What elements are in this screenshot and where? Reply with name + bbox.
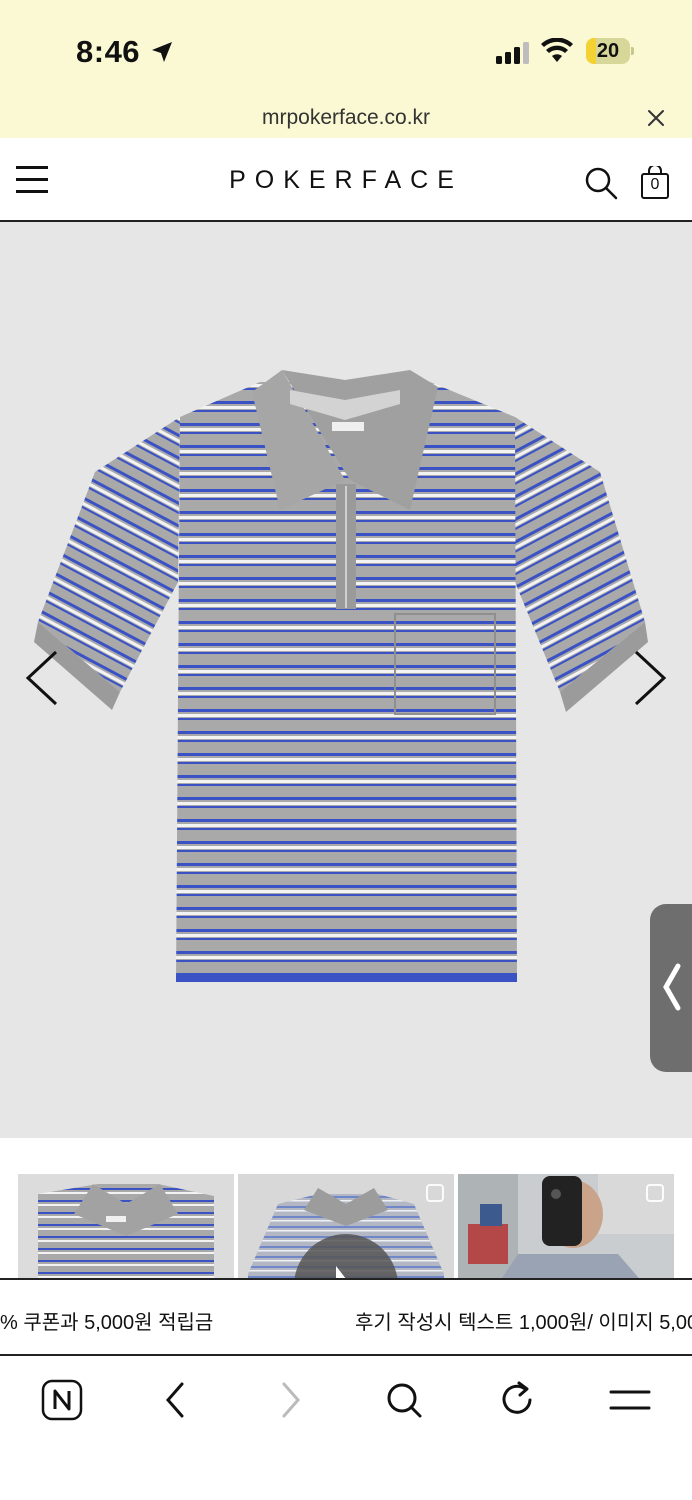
url-display[interactable]: mrpokerface.co.kr	[0, 106, 692, 130]
search-icon[interactable]	[584, 166, 618, 200]
packaged-shirt-thumb[interactable]	[18, 1174, 234, 1278]
chevron-left-icon	[663, 963, 681, 1011]
status-time: 8:46	[76, 34, 141, 69]
mirror-selfie-thumb[interactable]	[458, 1174, 674, 1278]
forward-icon[interactable]	[268, 1378, 312, 1422]
menu-icon[interactable]	[608, 1378, 652, 1422]
shopping-bag-icon[interactable]: 0	[640, 164, 670, 200]
video-thumb[interactable]	[238, 1174, 454, 1278]
promo-text-coupon: % 쿠폰과 5,000원 적립금	[0, 1312, 214, 1334]
search-icon[interactable]	[382, 1378, 426, 1422]
gallery-icon	[426, 1184, 444, 1202]
chevron-right-icon[interactable]	[632, 650, 668, 706]
thumbnail-strip	[0, 1138, 692, 1278]
battery-icon: 20	[586, 38, 634, 64]
product-gallery[interactable]	[0, 222, 692, 1138]
location-arrow-icon	[152, 42, 172, 62]
side-drawer-tab[interactable]	[650, 904, 692, 1072]
back-icon[interactable]	[154, 1378, 198, 1422]
gallery-icon	[646, 1184, 664, 1202]
promo-text-review: 후기 작성시 텍스트 1,000원/ 이미지 5,00	[355, 1312, 692, 1334]
reload-icon[interactable]	[496, 1378, 540, 1422]
product-shirt-image	[34, 370, 648, 982]
promo-marquee: % 쿠폰과 5,000원 적립금 후기 작성시 텍스트 1,000원/ 이미지 …	[0, 1278, 692, 1356]
cart-count: 0	[650, 176, 660, 193]
site-header: POKERFACE 0	[0, 138, 692, 222]
chevron-left-icon[interactable]	[24, 650, 60, 706]
browser-top-bar: 8:46 20 mrpokerface.co.kr	[0, 0, 692, 138]
battery-level: 20	[596, 40, 620, 62]
cellular-signal-icon	[496, 42, 529, 64]
wifi-icon	[541, 38, 573, 62]
naver-n-icon[interactable]	[40, 1378, 84, 1422]
close-icon[interactable]	[646, 108, 666, 128]
browser-toolbar	[0, 1356, 692, 1500]
